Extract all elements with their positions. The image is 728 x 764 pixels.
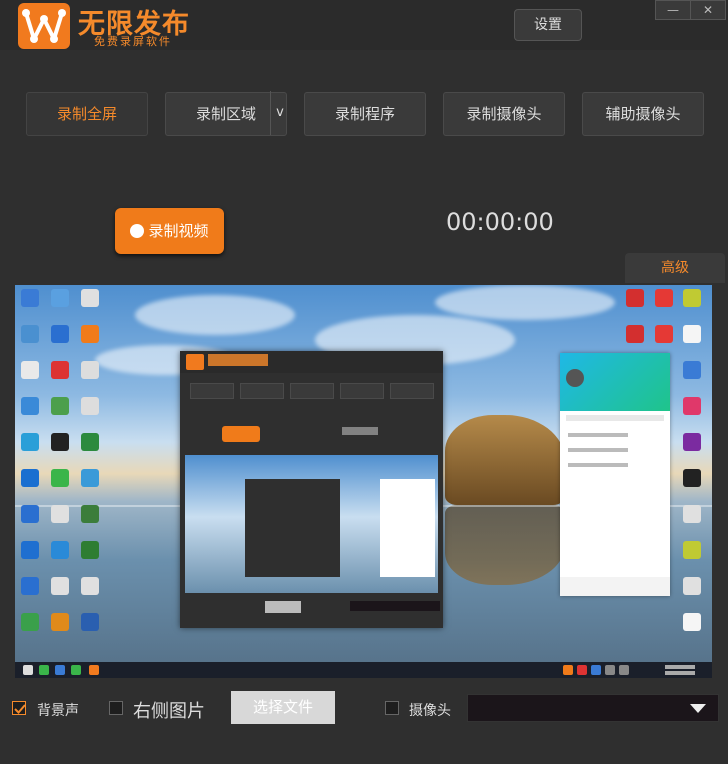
record-video-label: 录制视频 bbox=[148, 222, 209, 240]
checkmark-icon bbox=[14, 704, 26, 714]
camera-checkbox[interactable] bbox=[385, 701, 399, 715]
right-image-checkbox[interactable] bbox=[109, 701, 123, 715]
background-sound-checkbox[interactable] bbox=[12, 701, 26, 715]
settings-button[interactable]: 设置 bbox=[514, 9, 582, 41]
region-dropdown-arrow[interactable]: v bbox=[270, 91, 289, 135]
auxiliary-camera-button[interactable]: 辅助摄像头 bbox=[582, 92, 704, 136]
record-program-button[interactable]: 录制程序 bbox=[304, 92, 426, 136]
app-slogan: 免费录屏软件 bbox=[94, 35, 172, 48]
camera-select[interactable] bbox=[467, 694, 719, 722]
chevron-down-icon[interactable] bbox=[690, 704, 706, 713]
recording-timer: 00:00:00 bbox=[446, 208, 554, 236]
minimize-button[interactable]: — bbox=[655, 0, 691, 20]
camera-label: 摄像头 bbox=[409, 703, 451, 719]
record-fullscreen-button[interactable]: 录制全屏 bbox=[26, 92, 148, 136]
nested-recorder-window bbox=[180, 351, 443, 628]
choose-file-button[interactable]: 选择文件 bbox=[231, 691, 335, 724]
screen-preview bbox=[15, 285, 712, 678]
record-region-button[interactable]: 录制区域 bbox=[165, 92, 287, 136]
chat-app-window bbox=[560, 353, 670, 596]
close-button[interactable]: ✕ bbox=[690, 0, 726, 20]
right-image-label: 右侧图片 bbox=[133, 701, 205, 722]
app-logo-icon bbox=[18, 3, 70, 49]
advanced-button[interactable]: 高级 bbox=[625, 253, 725, 283]
background-sound-label: 背景声 bbox=[37, 703, 79, 719]
record-video-button[interactable]: 录制视频 bbox=[115, 208, 224, 254]
record-camera-button[interactable]: 录制摄像头 bbox=[443, 92, 565, 136]
windows-taskbar bbox=[15, 662, 712, 678]
record-dot-icon bbox=[130, 224, 145, 238]
